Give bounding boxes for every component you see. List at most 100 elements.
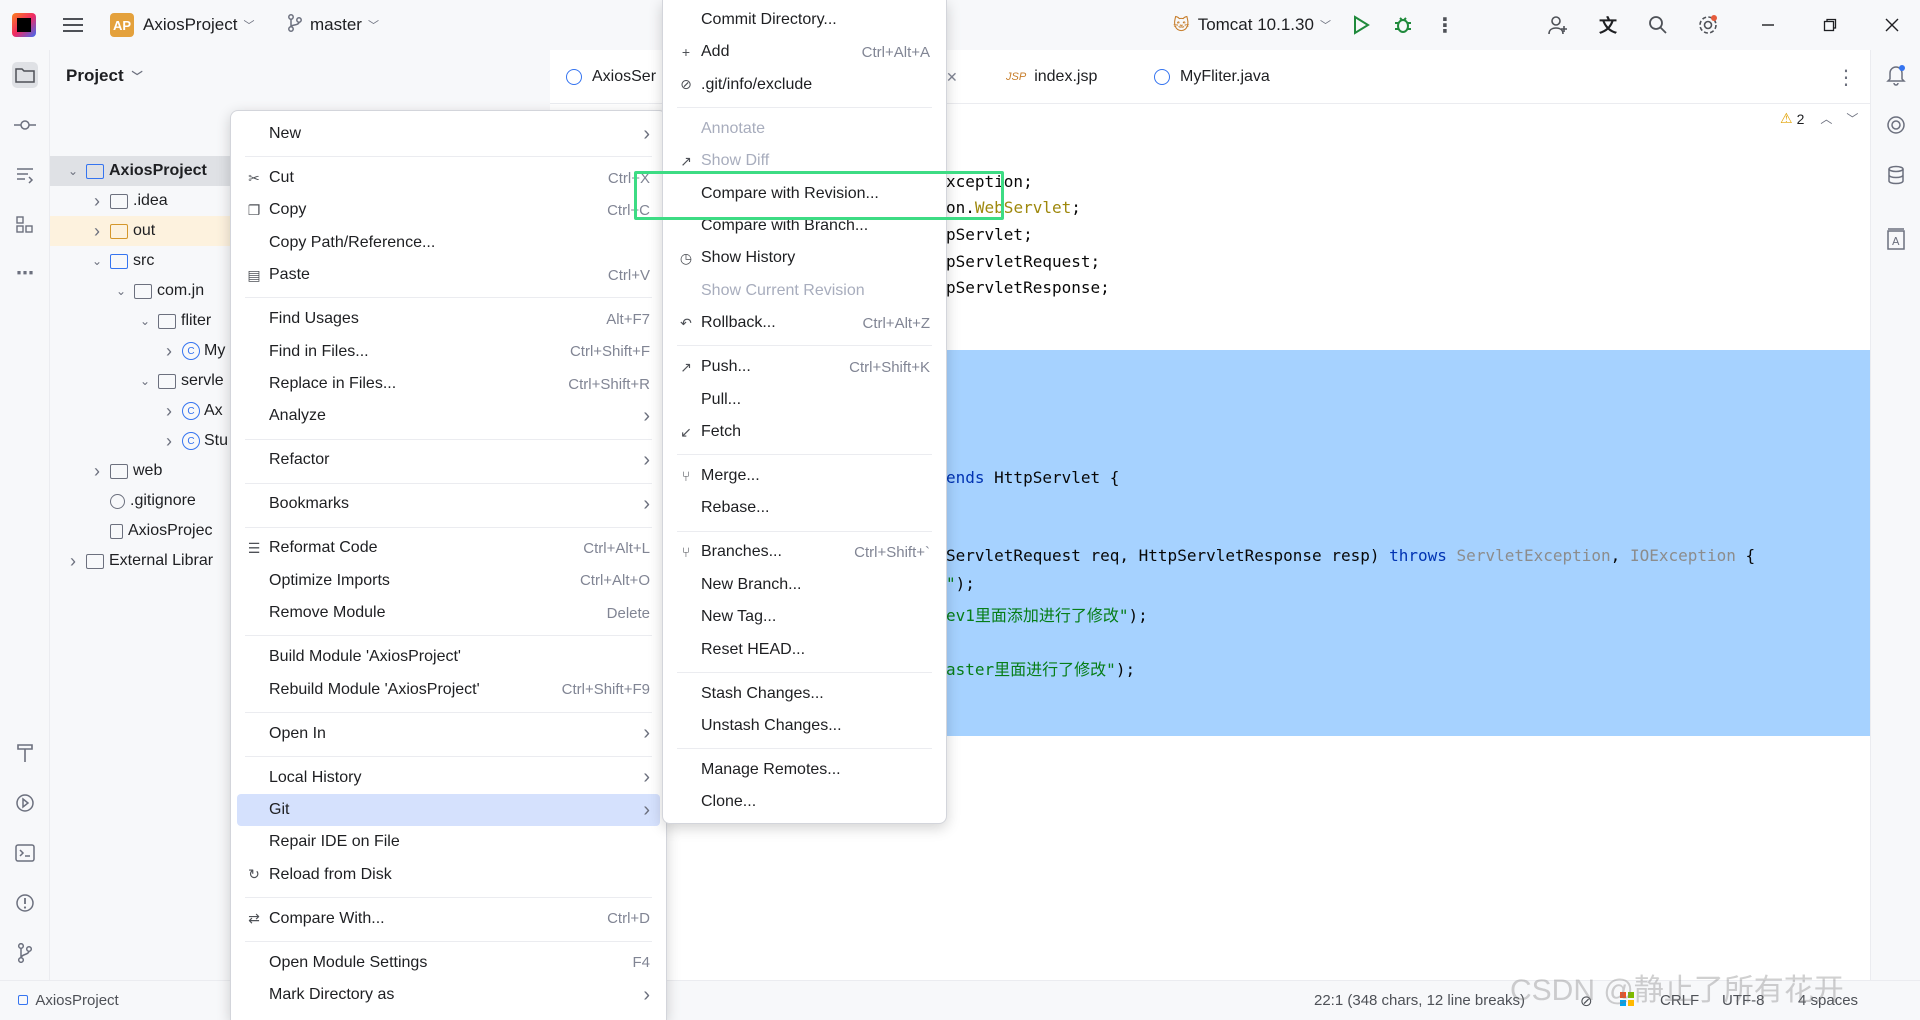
debug-icon[interactable] <box>1390 12 1416 38</box>
menu-item-clone[interactable]: Clone... <box>669 786 940 818</box>
chevron-right-icon[interactable]: › <box>162 341 176 362</box>
menu-item-push[interactable]: ↗ Push... Ctrl+Shift+K <box>669 351 940 383</box>
translate-icon[interactable]: 文 <box>1595 12 1621 38</box>
menu-item-repair-ide-on-file[interactable]: Repair IDE on File <box>237 826 660 858</box>
git-icon[interactable] <box>12 940 38 966</box>
tab-myfliter-java[interactable]: MyFliter.java <box>1154 50 1270 104</box>
tab-index-jsp[interactable]: JSP index.jsp <box>1006 50 1097 104</box>
build-icon[interactable] <box>12 740 38 766</box>
menu-item-reformat-code[interactable]: ☰ Reformat Code Ctrl+Alt+L <box>237 532 660 564</box>
add-user-icon[interactable] <box>1545 12 1571 38</box>
menu-item-copy-path-reference[interactable]: Copy Path/Reference... <box>237 227 660 259</box>
tab-axiosservlet[interactable]: AxiosSer <box>566 50 656 104</box>
chevron-right-icon[interactable]: › <box>90 461 104 482</box>
menu-item-new-branch[interactable]: New Branch... <box>669 569 940 601</box>
commit-icon[interactable] <box>12 112 38 138</box>
minimize-icon[interactable] <box>1755 12 1781 38</box>
chevron-right-icon[interactable]: › <box>90 221 104 242</box>
menu-item-reset-head[interactable]: Reset HEAD... <box>669 634 940 666</box>
chevron-down-icon[interactable]: ⌄ <box>114 284 128 298</box>
menu-item-optimize-imports[interactable]: Optimize Imports Ctrl+Alt+O <box>237 565 660 597</box>
project-switcher[interactable]: AP AxiosProject ﹀ <box>102 8 262 42</box>
chevron-right-icon[interactable]: › <box>90 191 104 212</box>
menu-separator <box>245 941 652 942</box>
menu-item-paste[interactable]: ▤ Paste Ctrl+V <box>237 259 660 291</box>
restore-icon[interactable] <box>1817 12 1843 38</box>
menu-item-merge[interactable]: ⑂ Merge... <box>669 460 940 492</box>
inspection-widget[interactable]: ⚠ 2 ︿ ﹀ <box>1780 110 1858 127</box>
status-breadcrumb[interactable]: AxiosProject <box>18 992 119 1009</box>
more-tools-icon[interactable]: ⋯ <box>12 260 38 286</box>
menu-item-rollback[interactable]: ↶ Rollback... Ctrl+Alt+Z <box>669 307 940 339</box>
menu-item-commit-directory[interactable]: Commit Directory... <box>669 4 940 36</box>
project-pane-header[interactable]: Project ﹀ <box>66 66 143 86</box>
chevron-down-icon[interactable]: ⌄ <box>138 314 152 328</box>
menu-item-copy[interactable]: ❐ Copy Ctrl+C <box>237 194 660 226</box>
menu-item-unstash-changes[interactable]: Unstash Changes... <box>669 710 940 742</box>
database-icon[interactable] <box>1883 162 1909 188</box>
search-icon[interactable] <box>1645 12 1671 38</box>
menu-item-find-usages[interactable]: Find Usages Alt+F7 <box>237 303 660 335</box>
project-folder-icon[interactable] <box>12 62 38 88</box>
endpoints-icon[interactable]: A <box>1883 226 1909 252</box>
chevron-right-icon[interactable]: › <box>162 431 176 452</box>
menu-item-build-module-axiosproject[interactable]: Build Module 'AxiosProject' <box>237 641 660 673</box>
folder-icon <box>110 253 128 269</box>
menu-item-manage-remotes[interactable]: Manage Remotes... <box>669 754 940 786</box>
menu-item-reload-from-disk[interactable]: ↻ Reload from Disk <box>237 859 660 891</box>
run-icon[interactable] <box>1348 12 1374 38</box>
chevron-down-icon: ﹀ <box>1319 20 1331 32</box>
menu-item-show-history[interactable]: ◷ Show History <box>669 242 940 274</box>
menu-item-new[interactable]: New › <box>237 118 660 150</box>
problems-icon[interactable] <box>12 890 38 916</box>
structure-icon[interactable] <box>12 162 38 188</box>
chevron-down-icon[interactable]: ⌄ <box>138 374 152 388</box>
menu-item-git-info-exclude[interactable]: ⊘ .git/info/exclude <box>669 69 940 101</box>
menu-item-analyze[interactable]: Analyze › <box>237 400 660 432</box>
close-icon[interactable] <box>1879 12 1905 38</box>
menu-item-rebase[interactable]: Rebase... <box>669 492 940 524</box>
chevron-right-icon[interactable]: › <box>162 401 176 422</box>
tab-active-close[interactable]: ✕ <box>946 50 958 104</box>
services-icon[interactable] <box>12 790 38 816</box>
menu-item-compare-with-revision[interactable]: Compare with Revision... <box>669 178 940 210</box>
menu-item-git[interactable]: Git › <box>237 794 660 826</box>
chevron-down-icon[interactable]: ⌄ <box>90 254 104 268</box>
menu-item-pull[interactable]: Pull... <box>669 384 940 416</box>
more-actions-icon[interactable]: ⋮ <box>1432 12 1458 38</box>
menu-item-cut[interactable]: ✂ Cut Ctrl+X <box>237 162 660 194</box>
menu-item-local-history[interactable]: Local History › <box>237 762 660 794</box>
plugins-icon[interactable] <box>12 212 38 238</box>
menu-item-stash-changes[interactable]: Stash Changes... <box>669 678 940 710</box>
chevron-down-icon[interactable]: ⌄ <box>66 164 80 178</box>
menu-item-find-in-files[interactable]: Find in Files... Ctrl+Shift+F <box>237 336 660 368</box>
menu-item-mark-directory-as[interactable]: Mark Directory as › <box>237 979 660 1011</box>
menu-item-replace-in-files[interactable]: Replace in Files... Ctrl+Shift+R <box>237 368 660 400</box>
tab-options-icon[interactable]: ⋮ <box>1836 50 1856 104</box>
main-menu-icon[interactable] <box>60 12 86 38</box>
chevron-down-icon[interactable]: ﹀ <box>1846 110 1858 127</box>
notifications-icon[interactable] <box>1883 62 1909 88</box>
menu-item-open-in[interactable]: Open In › <box>237 718 660 750</box>
menu-item-refactor[interactable]: Refactor › <box>237 444 660 476</box>
menu-item-add[interactable]: + Add Ctrl+Alt+A <box>669 36 940 68</box>
ai-assistant-icon[interactable] <box>1883 112 1909 138</box>
menu-item-new-tag[interactable]: New Tag... <box>669 601 940 633</box>
chevron-up-icon[interactable]: ︿ <box>1820 110 1832 127</box>
menu-item-compare-with[interactable]: ⇄ Compare With... Ctrl+D <box>237 903 660 935</box>
menu-item-remove-module[interactable]: Remove Module Delete <box>237 597 660 629</box>
menu-item-bookmarks[interactable]: Bookmarks › <box>237 488 660 520</box>
menu-item-rebuild-module-axiosproject[interactable]: Rebuild Module 'AxiosProject' Ctrl+Shift+… <box>237 674 660 706</box>
terminal-icon[interactable] <box>12 840 38 866</box>
menu-item-open-module-settings[interactable]: Open Module Settings F4 <box>237 947 660 979</box>
chevron-right-icon[interactable]: › <box>66 551 80 572</box>
caret-position[interactable]: 22:1 (348 chars, 12 line breaks) <box>1314 992 1525 1009</box>
run-configuration-selector[interactable]: 🐱 Tomcat 10.1.30 ﹀ <box>1165 8 1339 42</box>
menu-item-branches[interactable]: ⑂ Branches... Ctrl+Shift+` <box>669 536 940 568</box>
menu-item-fetch[interactable]: ↙ Fetch <box>669 416 940 448</box>
intellij-logo-icon[interactable] <box>12 13 36 37</box>
settings-icon[interactable] <box>1695 12 1721 38</box>
chevron-right-icon: › <box>643 722 650 745</box>
branch-switcher[interactable]: master ﹀ <box>280 8 387 42</box>
menu-item-compare-with-branch[interactable]: Compare with Branch... <box>669 210 940 242</box>
